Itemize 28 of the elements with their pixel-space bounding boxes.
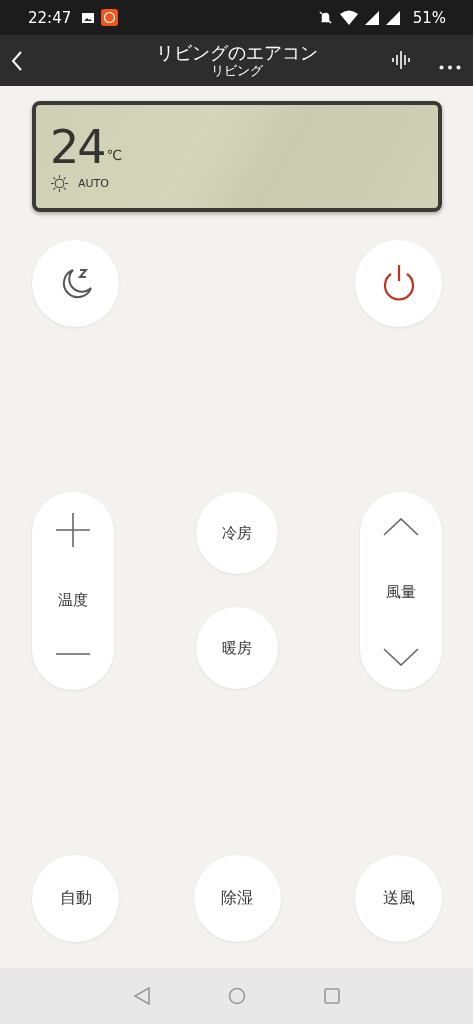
- mode-button[interactable]: 送風: [355, 855, 442, 942]
- plus-icon[interactable]: [55, 512, 91, 548]
- temperature-value: 24: [50, 123, 105, 171]
- app-notification-icon: [101, 9, 119, 26]
- chevron-up-icon[interactable]: [383, 518, 419, 536]
- wifi-icon: [339, 10, 358, 25]
- signal-icon: [364, 10, 379, 25]
- fan-speed-label: 風量: [386, 582, 416, 602]
- mode-button[interactable]: 除湿: [193, 855, 281, 942]
- header-subtitle: リビング: [210, 62, 263, 79]
- header-title: リビングのエアコン: [155, 42, 318, 63]
- mode-button[interactable]: 自動: [32, 855, 119, 942]
- image-icon: [82, 11, 95, 24]
- chevron-down-icon[interactable]: [383, 648, 419, 666]
- temperature-unit: ℃: [106, 147, 123, 163]
- more-icon[interactable]: [439, 65, 461, 71]
- back-icon[interactable]: [11, 51, 23, 71]
- mode-text: AUTO: [78, 177, 109, 190]
- signal-icon: [385, 10, 400, 25]
- muted-bell-icon: [317, 10, 333, 25]
- battery-percentage: 51%: [412, 8, 446, 27]
- sun-icon: [50, 174, 69, 193]
- mode-button[interactable]: 冷房: [196, 492, 278, 574]
- mode-button[interactable]: 暖房: [196, 607, 278, 689]
- status-time: 22:47: [28, 8, 72, 27]
- sound-wave-icon[interactable]: [391, 51, 411, 69]
- temperature-label: 温度: [58, 590, 88, 610]
- minus-icon[interactable]: [55, 652, 91, 656]
